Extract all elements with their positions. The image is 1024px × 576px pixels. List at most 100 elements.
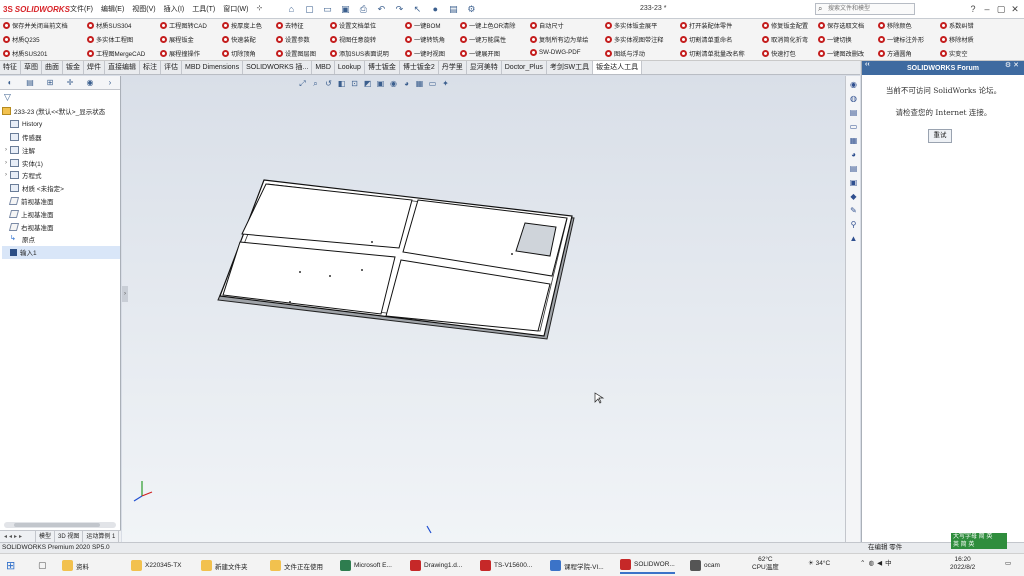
tree-item[interactable]: ↳ 原点 [2,233,120,246]
command-tab[interactable]: 直接编辑 [105,61,140,74]
tree-item[interactable]: 前视基准面 [2,195,120,208]
taskbar-app-button[interactable]: ocam [690,557,720,574]
command-tab[interactable]: MBD Dimensions [182,61,244,74]
display-manager-tab-icon[interactable]: ◉ [80,78,100,87]
dimxpert-tab-icon[interactable]: ✛ [60,78,80,87]
command-button[interactable]: 设置文档单位 [330,21,376,30]
command-button[interactable]: 按厚度上色 [222,21,262,30]
expand-arrow-icon[interactable]: › [2,147,10,153]
tree-item[interactable]: 右视基准面 [2,220,120,233]
command-button[interactable]: 工程图MergeCAD [87,49,145,58]
property-manager-tab-icon[interactable]: ▤ [20,78,40,87]
command-button[interactable]: 一键标注外形 [878,35,924,44]
cpu-temperature[interactable]: 62°C CPU温度 [752,556,779,572]
command-button[interactable]: 保存选取文档 [818,21,864,30]
command-button[interactable]: 切除顶角 [222,49,256,58]
rebuild-icon[interactable]: ● [428,3,442,16]
pane-settings-icon[interactable]: ⚙✕ [1005,61,1021,69]
pin-icon[interactable]: ⊹ [256,4,262,14]
tab-3d-view[interactable]: 3D 视图 [55,531,84,542]
notification-icon[interactable]: ▭ [1005,560,1011,568]
print-icon[interactable]: ⎙ [356,3,370,16]
command-button[interactable]: 移除材质 [940,35,974,44]
command-button[interactable]: 材质SUS304 [87,21,131,30]
help-icon[interactable]: ? [966,2,980,16]
command-button[interactable]: 一键时视图 [405,49,445,58]
command-button[interactable]: 快速装配 [222,35,256,44]
expand-arrow-icon[interactable]: › [2,160,10,166]
command-tab[interactable]: 草图 [21,61,42,74]
menu-file[interactable]: 文件(F) [70,4,93,14]
configuration-tab-icon[interactable]: ⊞ [40,78,60,87]
command-tab[interactable]: Lookup [335,61,365,74]
command-button[interactable]: 保存并关闭当前文档 [3,21,68,30]
taskbar-app-button[interactable]: 新建文件夹 [201,557,248,574]
command-tab[interactable]: 博士钣金 [365,61,400,74]
command-button[interactable]: 多实体工程图 [87,35,133,44]
tree-item[interactable]: › 方程式 [2,169,120,182]
new-document-icon[interactable]: ▢ [302,3,316,16]
solidworks-resources-icon[interactable]: ◉ [848,79,859,90]
model-sheet-metal-panel[interactable] [122,76,845,542]
taskbar-app-button[interactable]: X220345-TX [131,557,182,574]
command-button[interactable]: 实变空 [940,49,968,58]
command-tab[interactable]: MBD [312,61,335,74]
tool-icon[interactable]: ⚲ [848,219,859,230]
command-button[interactable]: 多实体钣金展平 [605,21,657,30]
command-button[interactable]: 一键BOM [405,21,440,30]
feature-tree-tab-icon[interactable]: ◐ [0,78,20,87]
horizontal-scrollbar[interactable] [4,522,116,528]
command-button[interactable]: 工程图转CAD [160,21,207,30]
command-button[interactable]: 一键上色OR清除 [460,21,515,30]
tree-item[interactable]: History [2,118,120,131]
menu-window[interactable]: 窗口(W) [223,4,248,14]
ime-indicator[interactable]: 大写字母 简 英 英 简 英 [951,533,1007,549]
command-button[interactable]: 一键万能属性 [460,35,506,44]
tree-item[interactable]: 上视基准面 [2,207,120,220]
command-button[interactable]: 一键转铣角 [405,35,445,44]
pane-back-arrow-icon[interactable]: ‹‹ [865,61,870,68]
menu-view[interactable]: 视图(V) [132,4,155,14]
hat-icon[interactable]: ▲ [848,233,859,244]
command-tab[interactable]: 标注 [140,61,161,74]
tab-model[interactable]: 模型 [36,531,56,542]
command-button[interactable]: 一键切换 [818,35,852,44]
command-tab[interactable]: SOLIDWORKS 插... [243,61,313,74]
taskbar-app-button[interactable]: TS-V15600... [480,557,532,574]
appearances-icon[interactable]: ◕ [848,149,859,160]
retry-button[interactable]: 重试 [928,129,952,143]
command-button[interactable]: 材质SUS201 [3,49,47,58]
command-button[interactable]: 材质Q235 [3,35,40,44]
add-in-icon[interactable]: ✎ [848,205,859,216]
weather-widget[interactable]: ☀ 34°C [808,560,830,568]
command-button[interactable]: SW-DWG-PDF [530,49,580,56]
taskbar-app-button[interactable]: 资料 [62,557,89,574]
command-button[interactable]: 移除颜色 [878,21,912,30]
taskbar-app-button[interactable]: 文件正在使用 [270,557,323,574]
save-icon[interactable]: ▣ [338,3,352,16]
file-explorer-icon[interactable]: ▭ [848,121,859,132]
panel-collapse-handle[interactable]: › [122,286,128,302]
command-tab[interactable]: 特征 [0,61,21,74]
command-tab[interactable]: 钣金达人工具 [593,61,643,74]
tab-motion-study[interactable]: 运动算例 1 [83,531,120,542]
filter-icon[interactable]: ▽ [0,90,120,105]
command-button[interactable]: 添加SUS表面说明 [330,49,389,58]
command-button[interactable]: 去特征 [276,21,304,30]
command-button[interactable]: 系数纠错 [940,21,974,30]
command-button[interactable]: 快速打包 [762,49,796,58]
tab-nav-arrows-icon[interactable]: ◂◂▸▸ [0,531,36,542]
close-icon[interactable]: ✕ [1008,2,1022,16]
command-button[interactable]: 一键展开图 [460,49,500,58]
tree-item[interactable]: 传感器 [2,131,120,144]
panel-expand-icon[interactable]: › [100,78,120,87]
expand-arrow-icon[interactable]: › [2,172,10,178]
command-button[interactable]: 一键图改删改 [818,49,864,58]
forum-icon[interactable]: ▣ [848,177,859,188]
command-button[interactable]: 打开装配体零件 [680,21,732,30]
tree-item[interactable]: 输入1 [2,245,120,259]
command-tab[interactable]: 显河美特 [467,61,502,74]
menu-insert[interactable]: 插入(I) [164,4,185,14]
command-button[interactable]: 图纸与浮动 [605,49,645,58]
command-button[interactable]: 自动尺寸 [530,21,564,30]
